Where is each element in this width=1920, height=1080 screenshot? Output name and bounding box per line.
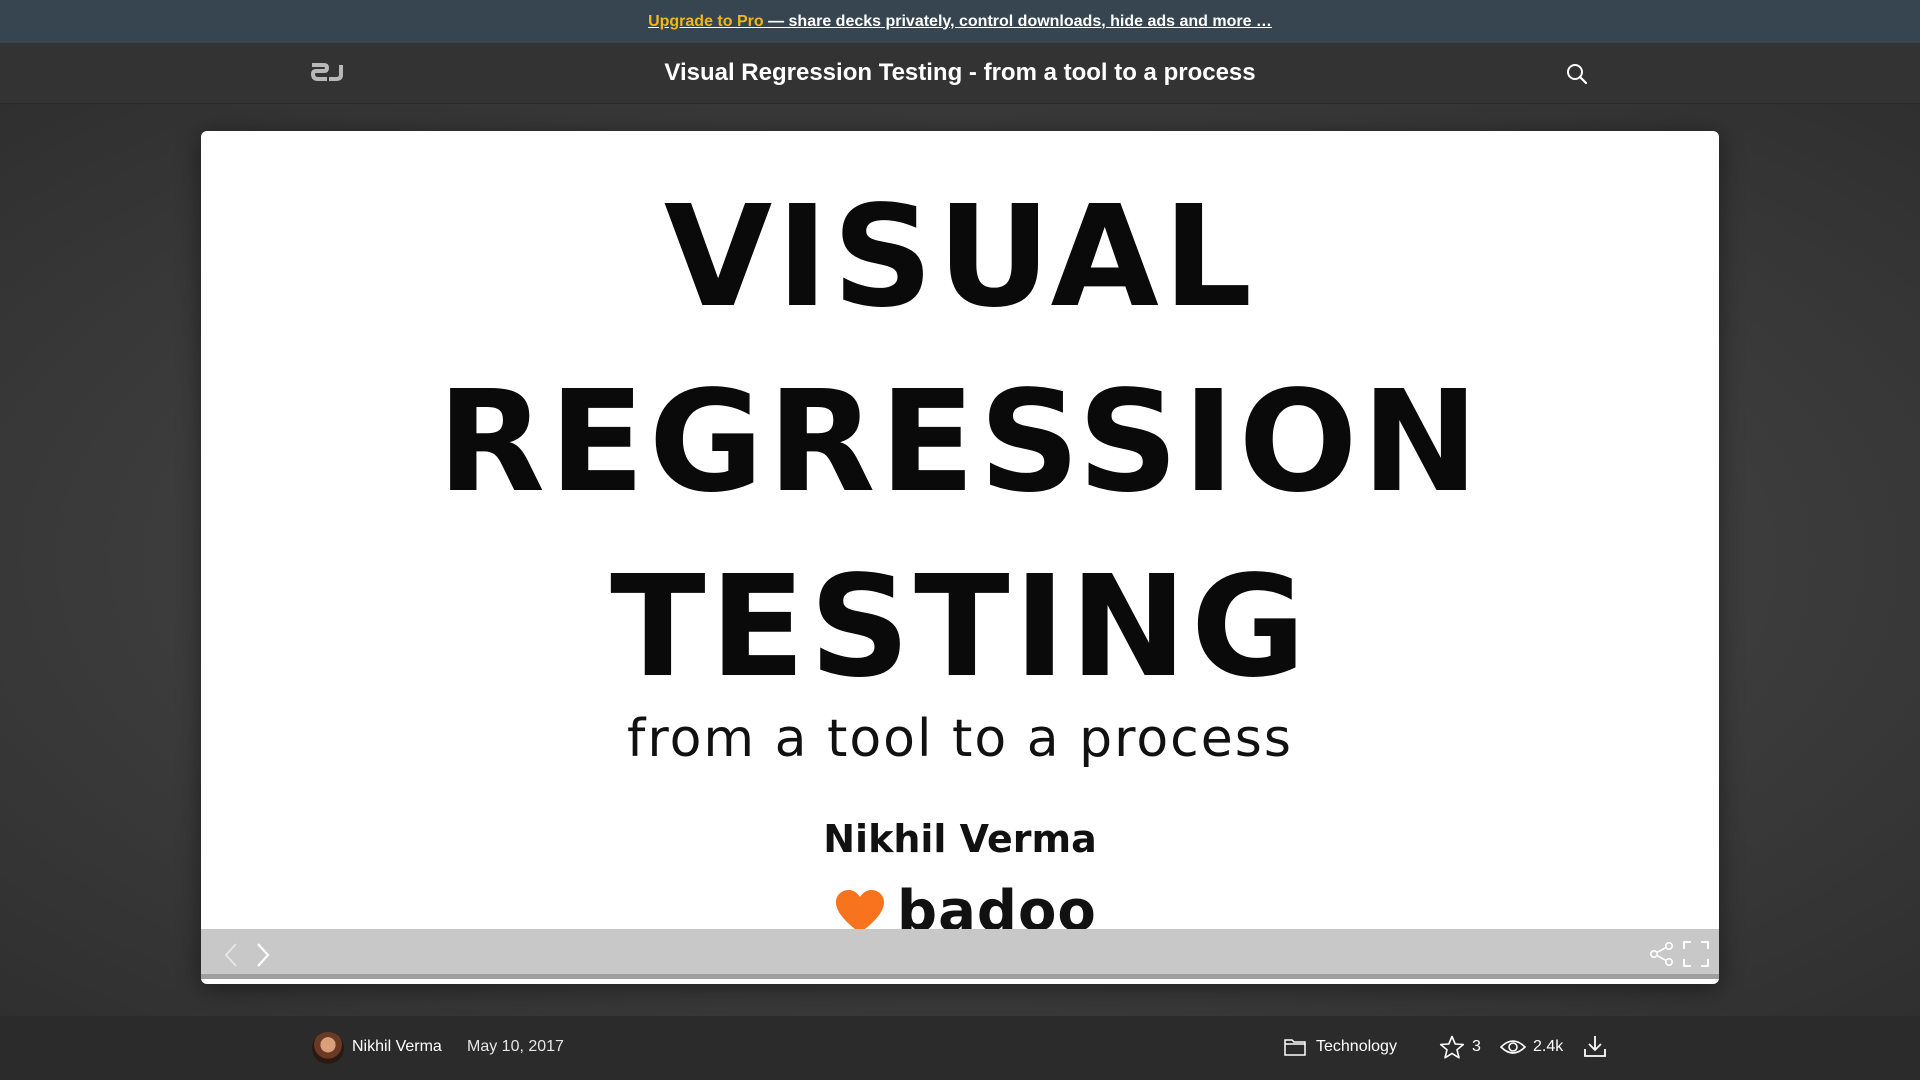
upgrade-link[interactable]: Upgrade to Pro — share decks privately, … [648,13,1272,31]
slide-title-line-2: REGRESSION [437,361,1483,524]
deck-info-bar: Nikhil Verma May 10, 2017 Technology 3 2… [0,1016,1920,1080]
publish-date: May 10, 2017 [467,1038,564,1055]
chevron-right-icon[interactable] [255,942,271,968]
share-icon[interactable] [1649,941,1675,967]
slide-title-line-3: TESTING [610,546,1310,709]
author-link[interactable]: Nikhil Verma [352,1038,442,1056]
slide-controls [201,929,1719,979]
slide-progress-bar[interactable] [201,974,1719,979]
upgrade-label: Upgrade to Pro [648,12,764,30]
promo-bar: Upgrade to Pro — share decks privately, … [0,0,1920,43]
download-icon[interactable] [1583,1034,1607,1058]
fullscreen-icon[interactable] [1683,941,1709,967]
chevron-left-icon[interactable] [223,942,239,968]
header: Visual Regression Testing - from a tool … [0,43,1920,104]
promo-message: — share decks privately, control downloa… [763,12,1272,30]
star-icon[interactable] [1439,1035,1465,1060]
slide-title-line-1: VISUAL [663,176,1257,339]
slide-author: Nikhil Verma [823,817,1097,861]
category-link[interactable]: Technology [1316,1038,1397,1056]
slide-viewer[interactable]: VISUAL REGRESSION TESTING from a tool to… [201,131,1719,984]
deck-title: Visual Regression Testing - from a tool … [664,59,1256,86]
view-count: 2.4k [1533,1038,1564,1055]
search-icon[interactable] [1565,62,1589,86]
slide-subtitle: from a tool to a process [627,709,1293,769]
avatar[interactable] [312,1032,344,1064]
eye-icon [1500,1040,1526,1054]
folder-icon [1284,1039,1306,1056]
star-count: 3 [1472,1038,1481,1055]
